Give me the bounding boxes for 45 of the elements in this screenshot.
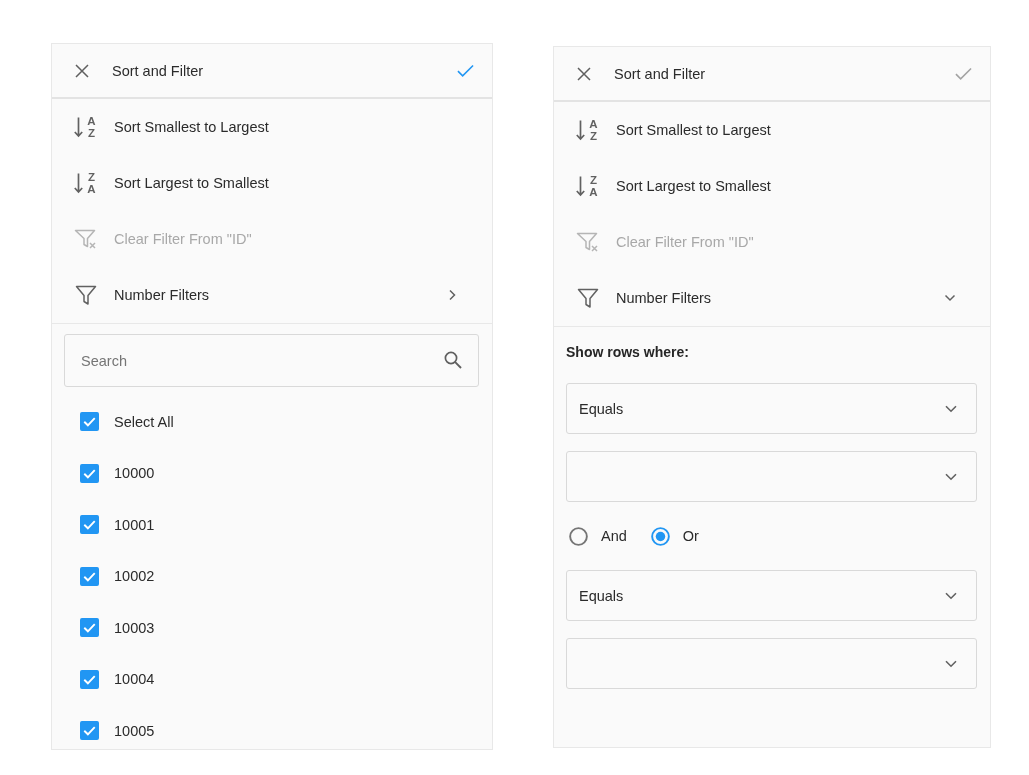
close-icon[interactable] — [577, 66, 591, 81]
chevron-down-icon — [945, 472, 957, 481]
chevron-down-icon — [945, 404, 957, 413]
close-icon[interactable] — [75, 63, 89, 78]
search-icon[interactable] — [444, 351, 462, 369]
option-label: 10001 — [114, 516, 155, 533]
dropdown-field[interactable]: Equals — [566, 570, 977, 621]
check-icon[interactable] — [457, 63, 474, 78]
menu-item[interactable]: Number Filters — [52, 267, 492, 323]
option-label: 10004 — [114, 671, 155, 688]
checkbox[interactable] — [80, 515, 99, 535]
check-icon[interactable] — [955, 66, 972, 81]
clear-filter-icon — [74, 227, 98, 251]
option-label: Select All — [114, 413, 174, 430]
checkbox[interactable] — [80, 566, 99, 586]
menu-item[interactable]: A Z Sort Smallest to Largest — [52, 99, 492, 155]
menu-item[interactable]: Z A Sort Largest to Smallest — [52, 155, 492, 211]
radio-label: Or — [682, 528, 699, 544]
chevron-down-icon — [945, 591, 957, 600]
panel-title: Sort and Filter — [614, 65, 706, 82]
search-field[interactable]: Search — [64, 334, 479, 387]
clear-filter-icon — [576, 230, 600, 254]
radio-button[interactable] — [569, 526, 588, 546]
dropdown-field[interactable]: Equals — [566, 383, 977, 434]
checkbox[interactable] — [80, 463, 99, 483]
menu-item[interactable]: A Z Sort Smallest to Largest — [554, 102, 990, 158]
checkbox[interactable] — [80, 618, 99, 638]
checkbox[interactable] — [80, 721, 99, 741]
checkbox[interactable] — [80, 669, 99, 689]
menu-item[interactable]: Number Filters — [554, 270, 990, 326]
filter-heading: Show rows where: — [566, 343, 690, 361]
chevron-down-icon — [945, 659, 957, 668]
option-label: 10000 — [114, 465, 155, 482]
menu-item[interactable]: Z A Sort Largest to Smallest — [554, 158, 990, 214]
filter-icon — [74, 283, 98, 307]
radio-button[interactable] — [650, 526, 670, 546]
dropdown-field[interactable] — [566, 451, 977, 502]
option-label: 10003 — [114, 619, 155, 636]
panel-title: Sort and Filter — [112, 62, 204, 79]
filter-icon — [576, 286, 600, 310]
option-label: 10005 — [114, 722, 155, 739]
option-label: 10002 — [114, 568, 155, 585]
dropdown-field[interactable] — [566, 638, 977, 689]
radio-label: And — [601, 528, 627, 544]
checkbox[interactable] — [80, 412, 99, 432]
